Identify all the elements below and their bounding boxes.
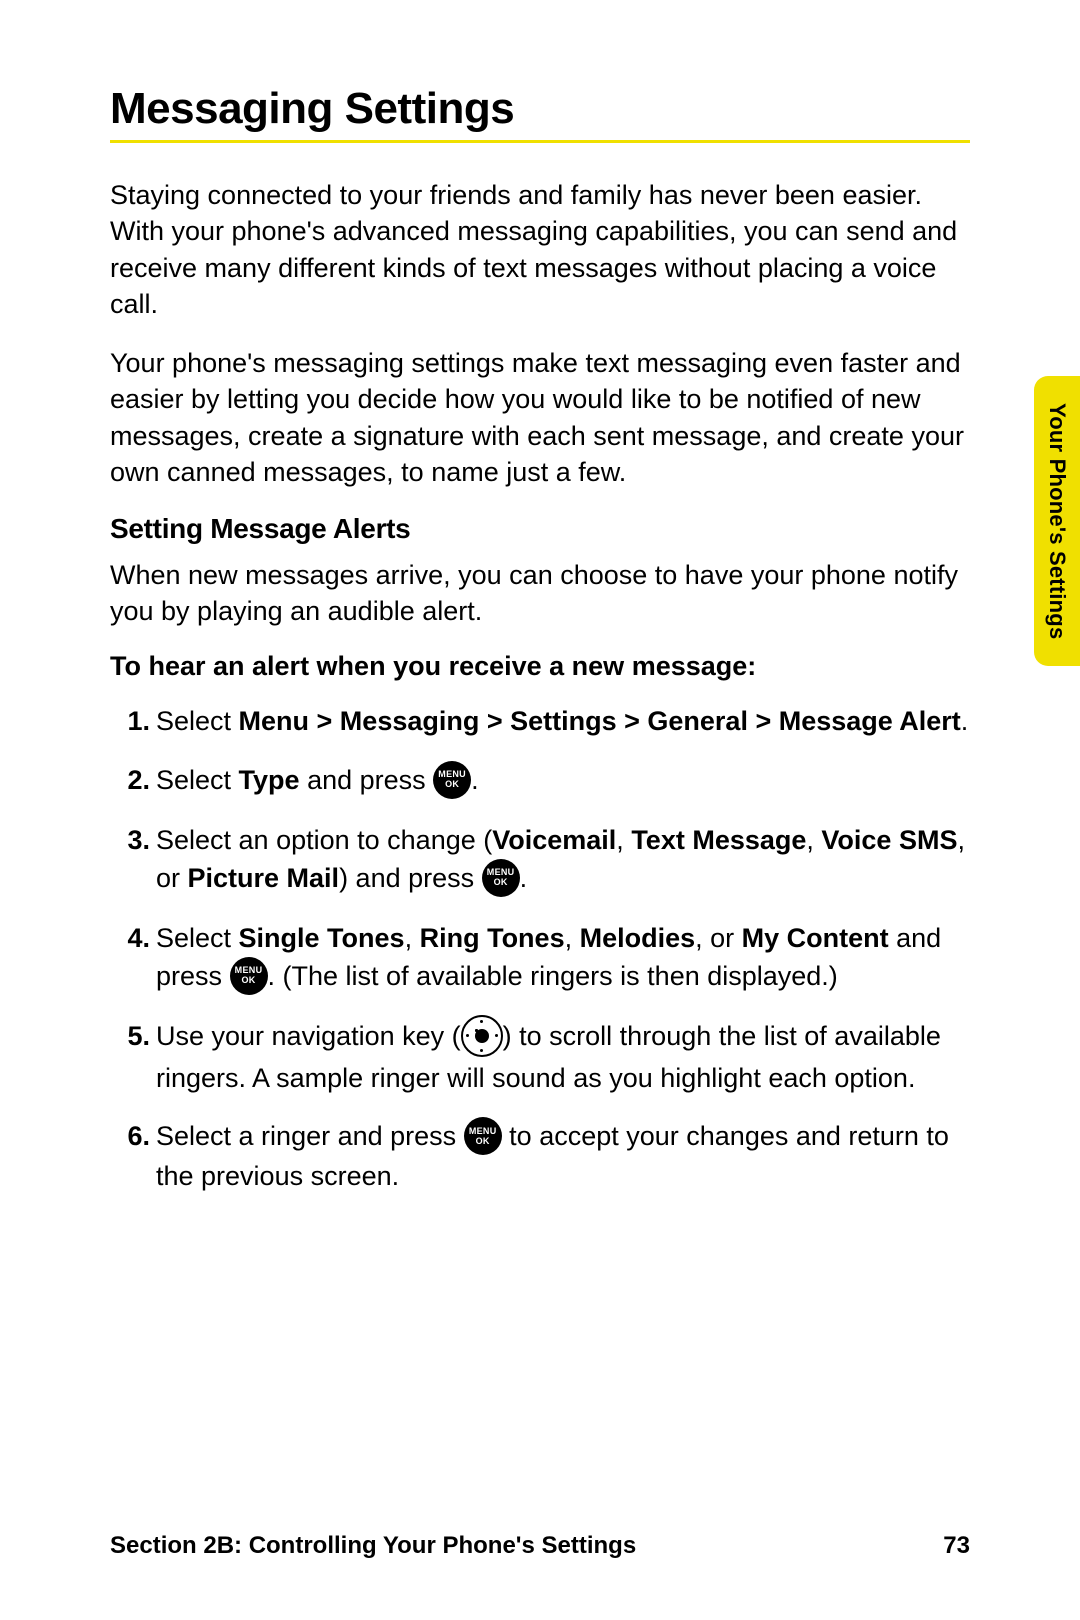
sub-paragraph: When new messages arrive, you can choose… bbox=[110, 557, 970, 630]
step-bold: Single Tones bbox=[239, 923, 405, 953]
step-bold: Voicemail bbox=[492, 825, 616, 855]
step-bold: Voice SMS bbox=[821, 825, 957, 855]
page-footer: Section 2B: Controlling Your Phone's Set… bbox=[110, 1532, 970, 1560]
navigation-key-icon bbox=[461, 1015, 503, 1057]
step-text: . bbox=[520, 863, 528, 893]
step-text: Select bbox=[156, 706, 239, 736]
step-text: Select an option to change ( bbox=[156, 825, 492, 855]
step-text: , bbox=[806, 825, 821, 855]
step-text: , bbox=[405, 923, 420, 953]
intro-paragraph-1: Staying connected to your friends and fa… bbox=[110, 177, 970, 323]
step-text: , bbox=[565, 923, 580, 953]
step-text: Select bbox=[156, 923, 239, 953]
footer-section-label: Section 2B: Controlling Your Phone's Set… bbox=[110, 1532, 636, 1560]
side-tab-label: Your Phone's Settings bbox=[1044, 403, 1070, 639]
step-text: Select bbox=[156, 765, 239, 795]
step-bold: My Content bbox=[742, 923, 889, 953]
side-tab: Your Phone's Settings bbox=[1034, 376, 1080, 666]
step-number: 5. bbox=[110, 1017, 150, 1055]
step-text: . (The list of available ringers is then… bbox=[268, 961, 838, 991]
intro-paragraph-2: Your phone's messaging settings make tex… bbox=[110, 345, 970, 491]
step-bold: Menu > Messaging > Settings > General > … bbox=[239, 706, 961, 736]
menu-ok-icon: MENUOK bbox=[230, 957, 268, 995]
step-bold: Picture Mail bbox=[188, 863, 340, 893]
step-bold: Text Message bbox=[631, 825, 806, 855]
menu-ok-icon: MENUOK bbox=[464, 1117, 502, 1155]
title-underline bbox=[110, 140, 970, 143]
steps-list: 1. Select Menu > Messaging > Settings > … bbox=[110, 702, 970, 1195]
step-text: ) and press bbox=[339, 863, 482, 893]
step-bold: Ring Tones bbox=[420, 923, 565, 953]
step-text: , or bbox=[695, 923, 742, 953]
menu-ok-icon: MENUOK bbox=[482, 859, 520, 897]
step-bold: Type bbox=[239, 765, 300, 795]
step-text: and press bbox=[300, 765, 434, 795]
step-text: . bbox=[961, 706, 969, 736]
step-1: 1. Select Menu > Messaging > Settings > … bbox=[156, 702, 970, 740]
page-title: Messaging Settings bbox=[110, 84, 970, 134]
step-2: 2. Select Type and press MENUOK. bbox=[156, 761, 970, 801]
step-bold: Melodies bbox=[580, 923, 696, 953]
step-number: 2. bbox=[110, 761, 150, 799]
step-6: 6. Select a ringer and press MENUOK to a… bbox=[156, 1117, 970, 1195]
step-5: 5. Use your navigation key () to scroll … bbox=[156, 1017, 970, 1097]
step-text: Select a ringer and press bbox=[156, 1121, 464, 1151]
subheading: Setting Message Alerts bbox=[110, 513, 970, 545]
page-number: 73 bbox=[943, 1532, 970, 1560]
step-number: 3. bbox=[110, 821, 150, 859]
step-4: 4. Select Single Tones, Ring Tones, Melo… bbox=[156, 919, 970, 997]
step-text: Use your navigation key ( bbox=[156, 1021, 461, 1051]
step-number: 4. bbox=[110, 919, 150, 957]
step-3: 3. Select an option to change (Voicemail… bbox=[156, 821, 970, 899]
step-number: 1. bbox=[110, 702, 150, 740]
menu-ok-icon: MENUOK bbox=[433, 761, 471, 799]
procedure-lead: To hear an alert when you receive a new … bbox=[110, 651, 970, 682]
step-number: 6. bbox=[110, 1117, 150, 1155]
step-text: , bbox=[616, 825, 631, 855]
step-text: . bbox=[471, 765, 479, 795]
